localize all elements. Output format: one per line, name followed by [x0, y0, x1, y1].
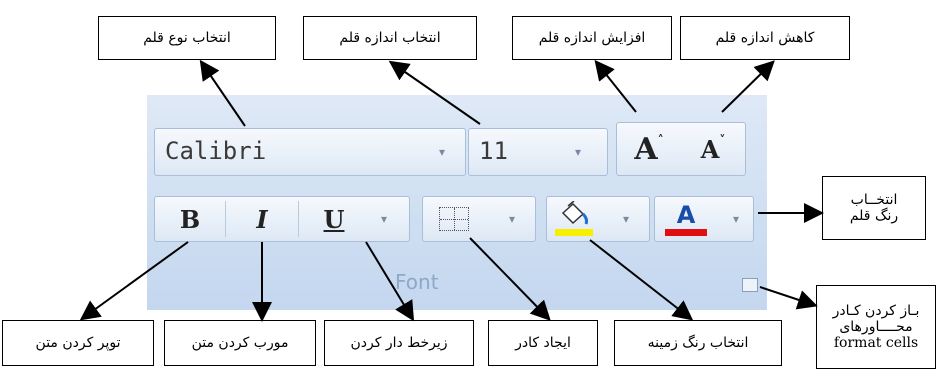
- arrow-shrink-font: [721, 60, 775, 113]
- arrow-bold: [79, 241, 189, 321]
- arrow-font-type: [199, 59, 246, 127]
- arrow-grow-font: [594, 59, 637, 113]
- arrow-borders: [469, 237, 551, 321]
- callout-arrows: [79, 59, 824, 322]
- arrow-font-size: [388, 60, 481, 125]
- arrow-fill-color: [589, 239, 694, 321]
- arrow-dialog-launcher: [759, 286, 818, 310]
- arrow-underline: [365, 241, 415, 322]
